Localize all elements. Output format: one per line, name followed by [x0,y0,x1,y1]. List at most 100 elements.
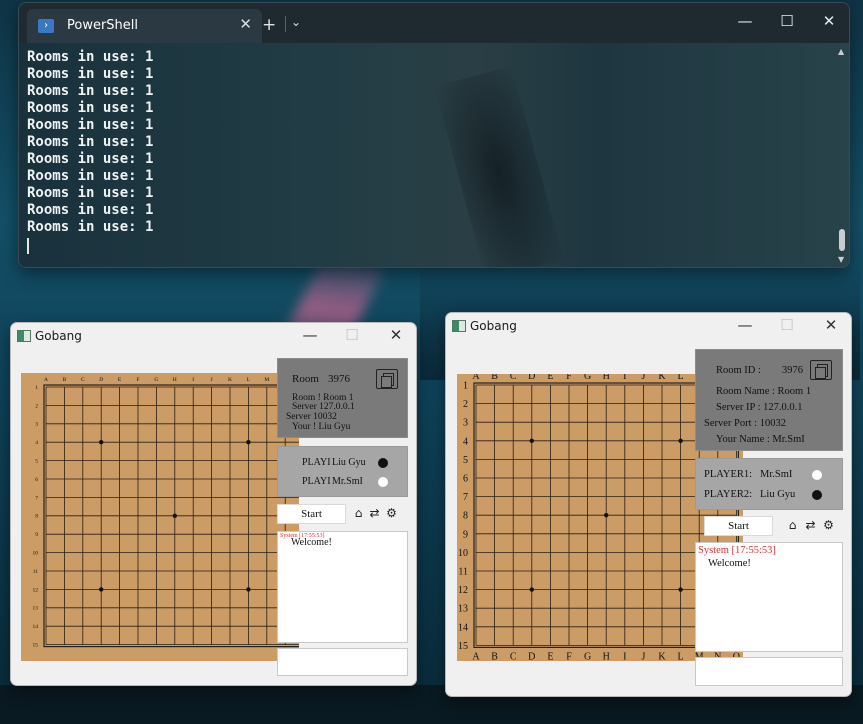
player1-name: Mr.SmI [760,469,793,480]
chat-log[interactable]: System [17:55:53] Welcome! [695,542,843,652]
column-label: D [528,374,535,382]
camera-icon[interactable]: ⌂ [352,507,365,520]
board-grid[interactable]: ABCDEFGHIJKLMNO1122334455667788991010111… [21,373,299,661]
row-label: 2 [463,399,468,410]
copy-room-id-icon[interactable] [810,360,832,380]
close-button[interactable]: ✕ [385,326,407,344]
start-button[interactable]: Start [277,504,346,524]
row-label: 3 [463,418,468,429]
room-id: 3976 [328,373,350,385]
row-label: 8 [463,511,468,522]
column-label: F [566,374,572,382]
camera-icon[interactable]: ⌂ [786,519,799,532]
column-label: A [44,377,48,383]
gear-icon[interactable]: ⚙ [385,507,398,520]
row-label: 15 [33,643,39,649]
terminal-line: Rooms in use: 1 [27,219,154,235]
gobang-titlebar[interactable]: Gobang — ☐ ✕ [11,323,416,353]
tab-powershell[interactable]: › PowerShell ✕ [27,9,262,43]
terminal-line: Rooms in use: 1 [27,117,154,133]
close-button[interactable]: ✕ [820,316,842,334]
start-button[interactable]: Start [704,516,773,536]
chat-input[interactable] [695,657,843,686]
game-board[interactable]: ABCDEFGHIJKLMNO1122334455667788991010111… [21,373,299,661]
player2-name: Mr.SmI [332,476,363,487]
column-label: J [641,651,645,661]
star-point [529,587,534,592]
column-label: L [678,651,684,661]
player1-label: PLAYI [302,457,331,468]
swap-icon[interactable]: ⇄ [804,519,817,532]
player1-label: PLAYER1: [704,469,753,480]
minimize-button[interactable]: — [734,316,756,334]
maximize-button: ☐ [345,326,359,344]
minimize-button[interactable]: — [735,12,755,30]
star-point [604,513,609,518]
column-label: J [641,374,645,382]
room-info-panel: Room 3976 Room ! Room 1 Server 127.0.0.1… [277,358,408,438]
column-label: B [491,651,498,661]
room-name: Room Name : Room 1 [716,386,812,397]
row-label: 10 [33,551,39,557]
row-label: 14 [458,622,468,633]
column-label: D [528,651,535,661]
row-label: 7 [35,495,38,501]
gobang-titlebar[interactable]: Gobang — ☐ ✕ [446,313,851,343]
tab-close-icon[interactable]: ✕ [239,15,252,33]
room-label: Room ID : [716,365,761,376]
star-point [678,438,683,443]
copy-room-id-icon[interactable] [376,369,398,389]
close-button[interactable]: ✕ [819,12,839,30]
chat-input[interactable] [277,648,408,676]
gear-icon[interactable]: ⚙ [822,519,835,532]
column-label: L [678,374,684,382]
column-label: C [510,651,517,661]
column-label: D [99,377,103,383]
new-tab-button[interactable]: + [262,15,276,35]
scroll-thumb[interactable] [839,229,845,251]
terminal-output[interactable]: Rooms in use: 1 Rooms in use: 1 Rooms in u… [19,43,849,267]
terminal-line: Rooms in use: 1 [27,66,154,82]
player1-stone [378,458,388,468]
column-label: G [584,374,591,382]
chat-message: Welcome! [708,558,751,569]
powershell-titlebar[interactable]: › PowerShell ✕ + ⌄ — ☐ ✕ [19,3,849,43]
chat-log[interactable]: System [17:55:53] Welcome! [277,531,408,643]
column-label: I [192,377,194,383]
swap-icon[interactable]: ⇄ [368,507,381,520]
row-label: 12 [458,585,468,596]
row-label: 15 [458,641,468,652]
terminal-lines: Rooms in use: 1 Rooms in use: 1 Rooms in u… [27,49,153,254]
row-label: 6 [35,477,38,483]
row-label: 12 [33,587,39,593]
terminal-line: Rooms in use: 1 [27,134,154,150]
window-title: Gobang [35,329,82,343]
players-panel: PLAYER1: Mr.SmI PLAYER2: Liu Gyu [695,458,843,510]
maximize-button[interactable]: ☐ [777,12,797,30]
terminal-scrollbar[interactable]: ▲ ▼ [838,47,846,267]
terminal-line: Rooms in use: 1 [27,202,154,218]
terminal-line: Rooms in use: 1 [27,185,154,201]
column-label: H [173,377,177,383]
row-label: 14 [33,624,39,630]
scroll-up-icon[interactable]: ▲ [838,47,844,56]
column-label: J [211,377,214,383]
column-label: K [658,374,666,382]
row-label: 4 [35,440,38,446]
row-label: 10 [458,548,468,559]
column-label: E [547,374,553,382]
tab-dropdown-icon[interactable]: ⌄ [291,15,301,29]
server-ip: Server IP : 127.0.0.1 [716,402,803,413]
row-label: 1 [35,385,38,391]
column-label: B [491,374,498,382]
row-label: 1 [463,381,468,392]
player1-stone [812,470,822,480]
minimize-button[interactable]: — [299,326,321,344]
column-label: F [136,377,139,383]
column-label: E [118,377,122,383]
room-label: Room [292,373,319,385]
star-point [246,440,251,445]
row-label: 8 [35,514,38,520]
scroll-down-icon[interactable]: ▼ [838,255,844,264]
tab-separator [285,16,286,32]
